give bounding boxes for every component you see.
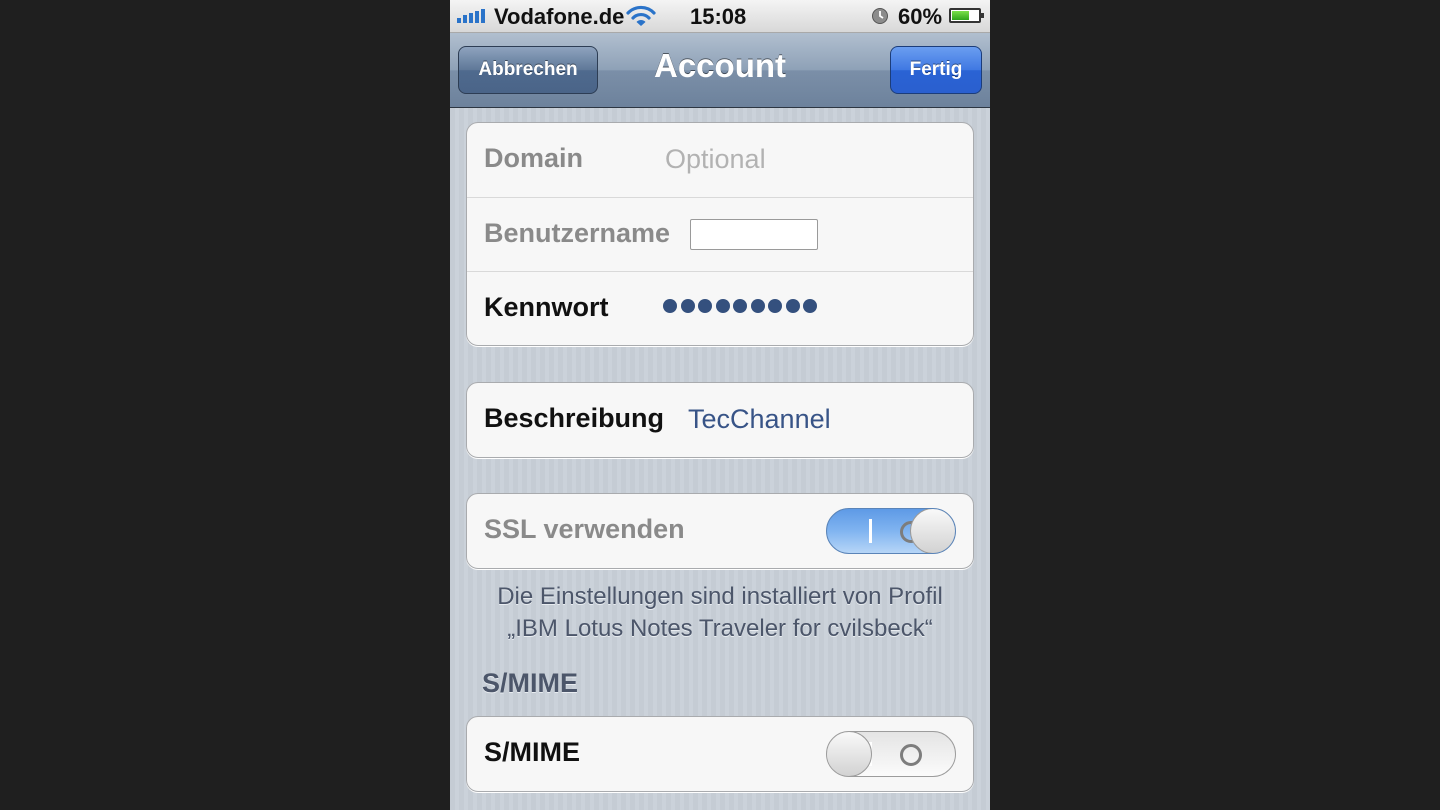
wifi-icon <box>626 5 656 26</box>
password-dot <box>785 299 800 313</box>
ssl-toggle-knob <box>910 509 955 553</box>
password-dot <box>680 299 695 313</box>
battery-percent: 60% <box>898 4 943 29</box>
carrier-name: Vodafone.de <box>494 4 625 29</box>
done-button[interactable]: Fertig <box>890 46 982 94</box>
smime-label: S/MIME <box>484 737 581 767</box>
username-label: Benutzername <box>484 218 671 248</box>
navigation-bar: Abbrechen Account Fertig <box>450 33 990 108</box>
description-label: Beschreibung <box>484 403 665 433</box>
password-row[interactable]: Kennwort <box>467 271 973 345</box>
password-dot <box>733 299 747 313</box>
alarm-icon <box>872 8 888 24</box>
battery-icon <box>949 8 984 23</box>
domain-row[interactable]: Domain Optional <box>467 123 973 197</box>
credentials-group: Domain Optional Benutzername Kennwort <box>466 122 974 346</box>
description-group: Beschreibung TecChannel <box>466 382 974 458</box>
ssl-label: SSL verwenden <box>484 514 685 544</box>
password-dot <box>750 299 765 313</box>
description-row[interactable]: Beschreibung TecChannel <box>467 383 973 457</box>
password-label: Kennwort <box>484 292 609 322</box>
username-input[interactable] <box>690 219 818 250</box>
domain-input[interactable]: Optional <box>665 144 766 175</box>
smime-group: S/MIME <box>466 716 974 792</box>
password-dot <box>698 299 712 313</box>
smime-toggle-knob <box>827 732 872 776</box>
ssl-group: SSL verwenden <box>466 493 974 569</box>
smime-toggle[interactable] <box>826 731 956 777</box>
password-dot <box>803 299 817 313</box>
ssl-toggle[interactable] <box>826 508 956 554</box>
description-value[interactable]: TecChannel <box>688 404 831 435</box>
signal-icon <box>457 9 487 23</box>
profile-note: Die Einstellungen sind installiert von P… <box>466 581 974 645</box>
password-dot <box>663 299 677 313</box>
ssl-row: SSL verwenden <box>467 494 973 568</box>
smime-section-header: S/MIME <box>482 668 579 698</box>
password-dot <box>768 299 782 313</box>
cancel-button[interactable]: Abbrechen <box>458 46 598 94</box>
phone-screen: Vodafone.de 15:08 60% Abbrechen Account … <box>450 0 990 810</box>
status-bar: Vodafone.de 15:08 60% <box>450 0 990 33</box>
password-input[interactable] <box>663 299 821 318</box>
page-title: Account <box>654 47 786 84</box>
domain-label: Domain <box>484 143 584 173</box>
username-row[interactable]: Benutzername <box>467 197 973 271</box>
profile-note-line1: Die Einstellungen sind installiert von P… <box>497 583 943 610</box>
status-time: 15:08 <box>690 4 747 29</box>
profile-note-line2: „IBM Lotus Notes Traveler for cvilsbeck“ <box>507 615 933 642</box>
smime-row: S/MIME <box>467 717 973 791</box>
password-dot <box>715 299 730 313</box>
